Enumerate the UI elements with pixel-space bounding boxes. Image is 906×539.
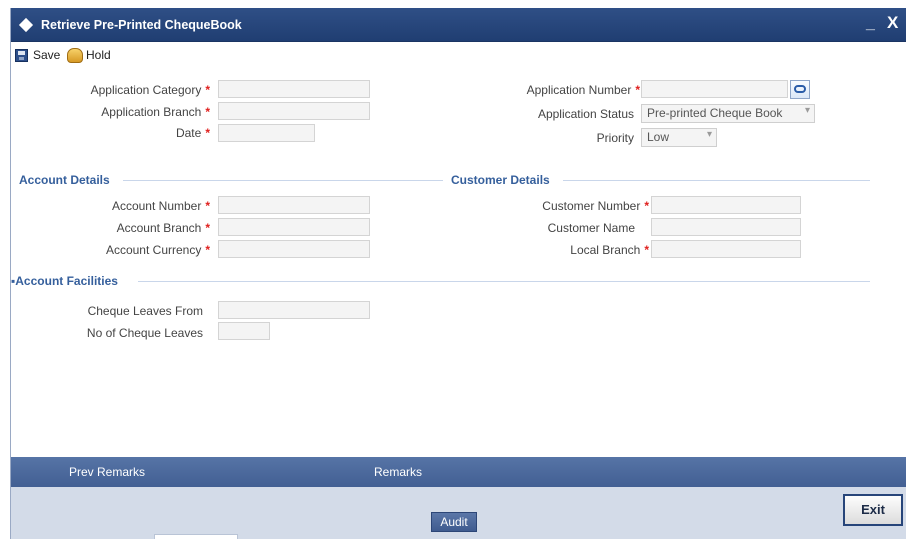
- footer-band: Prev Remarks Remarks: [11, 457, 906, 487]
- application-status-label: Application Status: [537, 107, 634, 121]
- save-icon: [15, 48, 28, 62]
- account-currency-label: Account Currency *: [105, 243, 210, 257]
- remarks-link[interactable]: Remarks: [374, 465, 422, 479]
- account-number-field[interactable]: [218, 196, 370, 214]
- priority-label: Priority: [596, 131, 634, 145]
- application-branch-field[interactable]: [218, 102, 370, 120]
- close-button[interactable]: X: [887, 13, 898, 33]
- account-currency-field[interactable]: [218, 240, 370, 258]
- application-number-field[interactable]: [641, 80, 788, 98]
- application-category-field[interactable]: [218, 80, 370, 98]
- toolbar: Save Hold: [11, 42, 906, 66]
- application-status-value: Pre-printed Cheque Book: [647, 106, 783, 120]
- customer-details-title: Customer Details: [451, 173, 550, 187]
- application-branch-label: Application Branch *: [101, 105, 210, 119]
- application-status-select[interactable]: Pre-printed Cheque Book ▾: [641, 104, 815, 123]
- hold-label: Hold: [86, 48, 111, 62]
- save-button[interactable]: Save: [15, 46, 60, 64]
- customer-name-field[interactable]: [651, 218, 801, 236]
- prev-remarks-link[interactable]: Prev Remarks: [69, 465, 145, 479]
- cheque-leaves-from-label: Cheque Leaves From: [87, 304, 203, 318]
- local-branch-field[interactable]: [651, 240, 801, 258]
- customer-number-label: Customer Number *: [542, 199, 649, 213]
- application-number-lookup-button[interactable]: [790, 80, 810, 99]
- cheque-leaves-from-field[interactable]: [218, 301, 370, 319]
- priority-value: Low: [647, 130, 670, 144]
- date-label: Date *: [175, 126, 210, 140]
- customer-name-label: Customer Name: [547, 221, 635, 235]
- audit-button[interactable]: Audit: [431, 512, 477, 532]
- hold-icon: [67, 47, 83, 63]
- save-label: Save: [33, 48, 61, 62]
- customer-number-field[interactable]: [651, 196, 801, 214]
- local-branch-label: Local Branch *: [570, 243, 649, 257]
- date-field[interactable]: [218, 124, 315, 142]
- diamond-icon: [18, 17, 34, 33]
- lookup-icon: [794, 85, 806, 93]
- priority-select[interactable]: Low ▾: [641, 128, 717, 147]
- chevron-down-icon: ▾: [706, 129, 712, 140]
- account-branch-field[interactable]: [218, 218, 370, 236]
- window: Retrieve Pre-Printed ChequeBook _ X Save…: [10, 8, 906, 539]
- minimize-button[interactable]: _: [866, 15, 875, 33]
- section-divider: [138, 281, 870, 282]
- application-category-label: Application Category *: [90, 83, 210, 97]
- account-details-title: Account Details: [19, 173, 110, 187]
- exit-button[interactable]: Exit: [843, 494, 903, 526]
- account-branch-label: Account Branch *: [116, 221, 210, 235]
- account-facilities-title: ▪Account Facilities: [11, 274, 118, 288]
- footer: Prev Remarks Remarks Audit Exit: [11, 457, 906, 539]
- application-number-label: Application Number *: [526, 83, 640, 97]
- hold-button[interactable]: Hold: [67, 46, 111, 64]
- no-of-cheque-leaves-label: No of Cheque Leaves: [86, 326, 203, 340]
- footer-field[interactable]: [154, 534, 238, 539]
- no-of-cheque-leaves-field[interactable]: [218, 322, 270, 340]
- title-bar: Retrieve Pre-Printed ChequeBook _ X: [11, 8, 906, 42]
- account-number-label: Account Number *: [111, 199, 210, 213]
- section-divider: [123, 180, 443, 181]
- chevron-down-icon: ▾: [804, 105, 810, 116]
- section-divider: [563, 180, 870, 181]
- window-title: Retrieve Pre-Printed ChequeBook: [41, 18, 242, 32]
